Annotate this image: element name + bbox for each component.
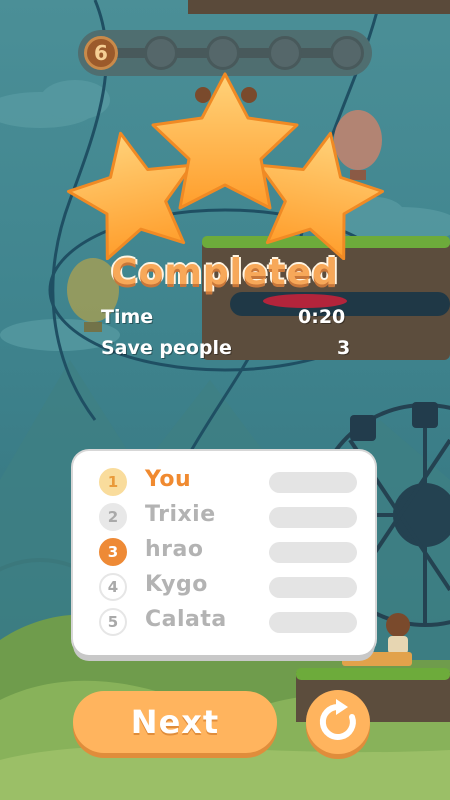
rank-badge: 1 (99, 468, 127, 496)
stat-time-label: Time (101, 306, 154, 328)
game-screen: 6 Completed Time 0:20 Save people 3 1 Yo… (0, 0, 450, 800)
leaderboard-row: 4 Kygo (73, 570, 375, 604)
player-name: Kygo (145, 572, 208, 597)
replay-icon (319, 699, 356, 740)
player-name: You (145, 467, 192, 492)
score-bar (269, 542, 357, 563)
score-bar (269, 577, 357, 598)
leaderboard-row: 2 Trixie (73, 500, 375, 534)
leaderboard-panel: 1 You 2 Trixie 3 hrao 4 Kygo 5 Calata (73, 451, 375, 655)
rank-badge: 4 (99, 573, 127, 601)
replay-button[interactable] (306, 690, 370, 754)
score-bar (269, 472, 357, 493)
completed-title: Completed (111, 252, 339, 293)
score-bar (269, 507, 357, 528)
leaderboard-row: 5 Calata (73, 605, 375, 639)
leaderboard-row: 1 You (73, 465, 375, 499)
stars-rating (66, 72, 385, 260)
rank-badge: 2 (99, 503, 127, 531)
player-name: Calata (145, 607, 227, 632)
next-button[interactable]: Next (73, 691, 277, 753)
leaderboard-row: 3 hrao (73, 535, 375, 569)
player-name: hrao (145, 537, 204, 562)
rank-badge: 5 (99, 608, 127, 636)
stat-time-value: 0:20 (298, 306, 346, 328)
rank-badge: 3 (99, 538, 127, 566)
player-name: Trixie (145, 502, 216, 527)
score-bar (269, 612, 357, 633)
stat-saved-value: 3 (337, 337, 351, 359)
stat-saved-label: Save people (101, 337, 232, 359)
